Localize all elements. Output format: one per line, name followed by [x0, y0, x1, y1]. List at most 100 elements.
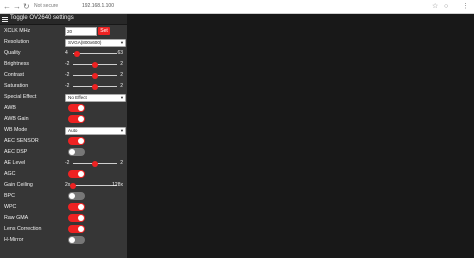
- star-icon[interactable]: ☆: [432, 0, 438, 13]
- toggle-knob: [78, 204, 84, 210]
- special-effect-label: Special Effect: [4, 94, 37, 100]
- special-effect-select[interactable]: No Effect ▼: [65, 94, 126, 102]
- row-raw-gma: Raw GMA: [0, 213, 127, 224]
- wb-mode-value: Auto: [68, 128, 78, 133]
- ae-level-label: AE Level: [4, 160, 26, 166]
- ae-level-thumb[interactable]: [92, 160, 98, 167]
- brightness-max: 2: [120, 61, 123, 67]
- gain-ceiling-label: Gain Ceiling: [4, 182, 33, 188]
- row-aec-sensor: AEC SENSOR: [0, 136, 127, 147]
- chevron-down-icon: ▼: [120, 128, 124, 133]
- row-wb-mode: WB Mode Auto ▼: [0, 125, 127, 136]
- chevron-down-icon: ▼: [120, 95, 124, 100]
- hamburger-menu-icon[interactable]: [2, 17, 8, 22]
- row-xclk: XCLK MHz 20 Set: [0, 26, 127, 37]
- gain-ceiling-slider[interactable]: 2x 128x: [65, 180, 125, 191]
- wb-mode-label: WB Mode: [4, 127, 28, 133]
- quality-slider[interactable]: 4 63: [65, 48, 125, 59]
- panel-title: Toggle OV2640 settings: [10, 15, 74, 21]
- bpc-label: BPC: [4, 193, 15, 199]
- brightness-label: Brightness: [4, 61, 30, 67]
- row-agc: AGC: [0, 169, 127, 180]
- toggle-knob: [78, 138, 84, 144]
- chevron-down-icon: ▼: [120, 40, 124, 45]
- contrast-label: Contrast: [4, 72, 25, 78]
- awb-gain-toggle[interactable]: [68, 115, 85, 123]
- wpc-label: WPC: [4, 204, 17, 210]
- reload-icon[interactable]: ↻: [23, 0, 30, 13]
- row-lens-correction: Lens Correction: [0, 224, 127, 235]
- settings-panel: XCLK MHz 20 Set Resolution SVGA(800x600)…: [0, 25, 127, 258]
- awb-label: AWB: [4, 105, 16, 111]
- brightness-slider[interactable]: -2 2: [65, 59, 125, 70]
- toggle-knob: [78, 215, 84, 221]
- contrast-min: -2: [65, 72, 70, 78]
- aec-dsp-toggle[interactable]: [68, 148, 85, 156]
- row-saturation: Saturation -2 2: [0, 81, 127, 92]
- row-h-mirror: H-Mirror: [0, 235, 127, 246]
- agc-toggle[interactable]: [68, 170, 85, 178]
- bpc-toggle[interactable]: [68, 192, 85, 200]
- contrast-slider[interactable]: -2 2: [65, 70, 125, 81]
- h-mirror-toggle[interactable]: [68, 236, 85, 244]
- brightness-thumb[interactable]: [92, 61, 98, 68]
- page-content: Toggle OV2640 settings XCLK MHz 20 Set R…: [0, 14, 474, 258]
- aec-sensor-toggle[interactable]: [68, 137, 85, 145]
- gain-ceiling-thumb[interactable]: [70, 182, 76, 189]
- lens-correction-toggle[interactable]: [68, 225, 85, 233]
- lens-correction-label: Lens Correction: [4, 226, 42, 232]
- row-ae-level: AE Level -2 2: [0, 158, 127, 169]
- security-indicator[interactable]: Not secure: [34, 0, 58, 13]
- gain-ceiling-max: 128x: [112, 182, 123, 188]
- toggle-knob: [78, 105, 84, 111]
- quality-label: Quality: [4, 50, 21, 56]
- panel-header: Toggle OV2640 settings: [0, 14, 127, 24]
- contrast-thumb[interactable]: [92, 72, 98, 79]
- resolution-value: SVGA(800x600): [68, 40, 102, 45]
- row-contrast: Contrast -2 2: [0, 70, 127, 81]
- wb-mode-select[interactable]: Auto ▼: [65, 127, 126, 135]
- row-wpc: WPC: [0, 202, 127, 213]
- awb-gain-label: AWB Gain: [4, 116, 29, 122]
- toggle-knob: [78, 226, 84, 232]
- xclk-label: XCLK MHz: [4, 28, 31, 34]
- raw-gma-toggle[interactable]: [68, 214, 85, 222]
- kebab-menu-icon[interactable]: ⋮: [462, 0, 469, 13]
- toggle-knob: [78, 116, 84, 122]
- xclk-input[interactable]: 20: [65, 27, 97, 36]
- profile-icon[interactable]: ○: [444, 0, 448, 13]
- resolution-select[interactable]: SVGA(800x600) ▼: [65, 39, 126, 47]
- resolution-label: Resolution: [4, 39, 30, 45]
- brightness-min: -2: [65, 61, 70, 67]
- agc-label: AGC: [4, 171, 16, 177]
- back-arrow-icon[interactable]: ←: [3, 0, 11, 13]
- toggle-knob: [78, 171, 84, 177]
- address-bar[interactable]: 192.168.1.100: [82, 0, 114, 13]
- quality-thumb[interactable]: [74, 50, 81, 57]
- row-quality: Quality 4 63: [0, 48, 127, 59]
- saturation-min: -2: [65, 83, 70, 89]
- ae-level-min: -2: [65, 160, 70, 166]
- wpc-toggle[interactable]: [68, 203, 85, 211]
- row-resolution: Resolution SVGA(800x600) ▼: [0, 37, 127, 48]
- saturation-slider[interactable]: -2 2: [65, 81, 125, 92]
- row-special-effect: Special Effect No Effect ▼: [0, 92, 127, 103]
- forward-arrow-icon[interactable]: →: [13, 0, 21, 13]
- toggle-knob: [69, 149, 75, 155]
- gain-ceiling-track: [73, 185, 117, 186]
- row-gain-ceiling: Gain Ceiling 2x 128x: [0, 180, 127, 191]
- quality-max: 63: [117, 50, 123, 56]
- saturation-label: Saturation: [4, 83, 29, 89]
- ae-level-slider[interactable]: -2 2: [65, 158, 125, 169]
- browser-toolbar: ← → ↻ Not secure 192.168.1.100 ☆ ○ ⋮: [0, 0, 474, 14]
- row-aec-dsp: AEC DSP: [0, 147, 127, 158]
- xclk-set-button[interactable]: Set: [98, 27, 110, 35]
- saturation-thumb[interactable]: [92, 83, 98, 90]
- awb-toggle[interactable]: [68, 104, 85, 112]
- toggle-knob: [69, 237, 75, 243]
- aec-sensor-label: AEC SENSOR: [4, 138, 39, 144]
- row-awb: AWB: [0, 103, 127, 114]
- special-effect-value: No Effect: [68, 95, 87, 100]
- row-brightness: Brightness -2 2: [0, 59, 127, 70]
- aec-dsp-label: AEC DSP: [4, 149, 28, 155]
